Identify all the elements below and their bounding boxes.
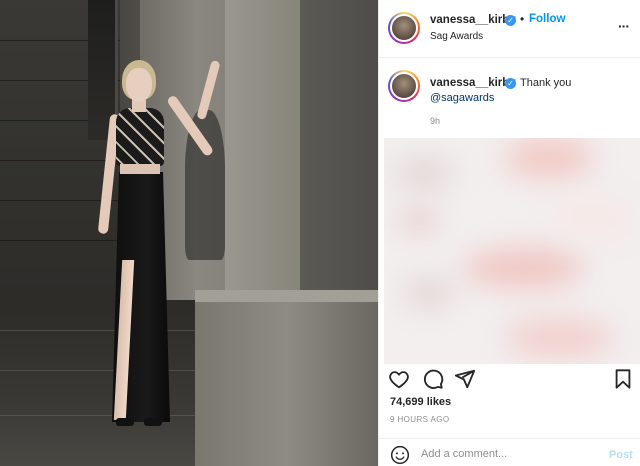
comment-input[interactable]: [421, 444, 601, 464]
photo-person: [97, 59, 234, 440]
header-username[interactable]: vanessa__kirby: [430, 14, 516, 26]
mention-link[interactable]: @sagawards: [430, 92, 494, 104]
caption-text: Thank you: [520, 77, 572, 89]
bookmark-icon[interactable]: [612, 368, 634, 390]
caption-time: 9h: [430, 116, 441, 126]
paper-plane-icon[interactable]: [454, 368, 476, 390]
blurred-comments-area: [384, 138, 640, 364]
post-photo[interactable]: [0, 0, 378, 466]
verified-badge-icon: ✓: [505, 78, 516, 89]
likes-count[interactable]: 74,699 likes: [390, 396, 451, 408]
post-side-panel: vanessa__kirby ✓ • Follow Sag Awards ···…: [378, 0, 640, 466]
comment-icon[interactable]: [422, 368, 444, 390]
follow-button[interactable]: Follow: [529, 13, 565, 25]
avatar[interactable]: [388, 12, 420, 44]
post-comment-button[interactable]: Post: [609, 449, 633, 461]
post-header: vanessa__kirby ✓ • Follow Sag Awards ···: [379, 0, 640, 58]
heart-icon[interactable]: [388, 368, 410, 390]
post-actions-bar: [379, 364, 640, 392]
more-options-icon[interactable]: ···: [618, 18, 630, 34]
post-time-ago: 9 HOURS AGO: [390, 415, 450, 424]
add-comment-row: Post: [379, 438, 640, 466]
caption-username[interactable]: vanessa__kirby: [430, 77, 516, 89]
smiley-icon[interactable]: [390, 445, 410, 465]
caption-avatar[interactable]: [388, 70, 420, 102]
separator-dot: •: [520, 12, 525, 26]
caption-comment: vanessa__kirby ✓ Thank you @sagawards 9h: [379, 58, 640, 138]
verified-badge-icon: ✓: [505, 15, 516, 26]
location-link[interactable]: Sag Awards: [430, 31, 483, 42]
